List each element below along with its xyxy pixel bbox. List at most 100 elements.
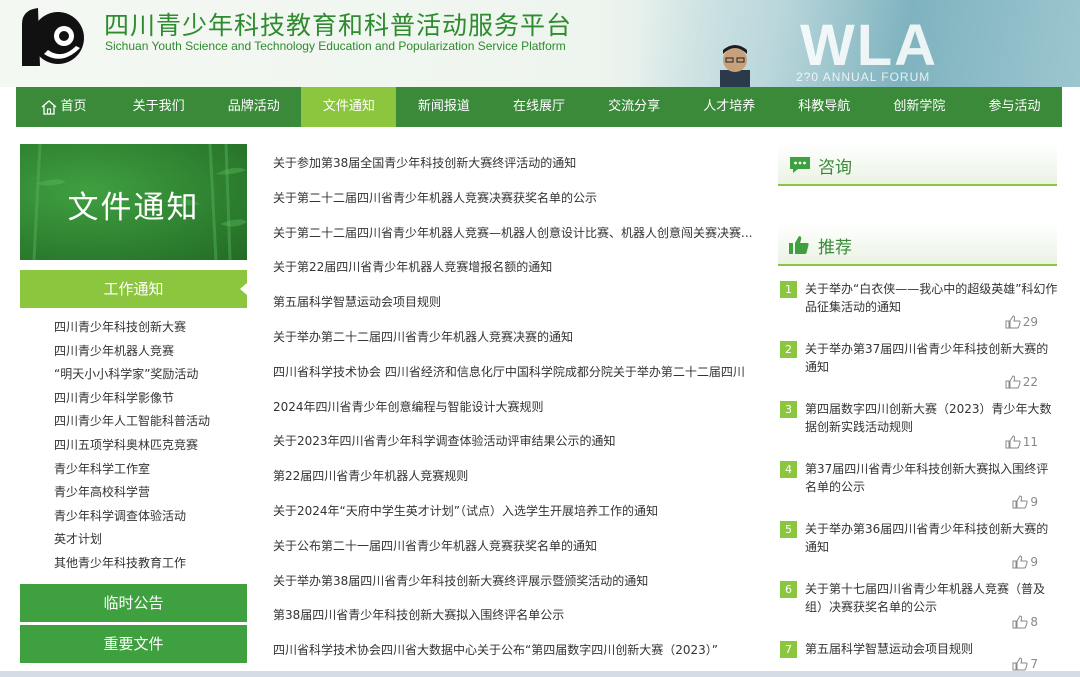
notice-link[interactable]: 第38届四川省青少年科技创新大赛拟入围终评名单公示 — [273, 598, 763, 633]
like-count-value: 9 — [1030, 555, 1038, 569]
nav-label: 文件通知 — [322, 99, 375, 114]
like-count[interactable]: 22 — [1005, 375, 1038, 389]
nav-label: 在线展厅 — [513, 99, 566, 114]
like-count-value: 29 — [1022, 315, 1038, 329]
rank-badge: 4 — [780, 461, 797, 478]
sidebar-link[interactable]: “明天小小科学家”奖励活动 — [20, 363, 247, 387]
recommend-title-link[interactable]: 关于举办第37届四川省青少年科技创新大赛的通知 — [805, 340, 1059, 376]
home-icon — [41, 99, 56, 115]
sidebar-link[interactable]: 青少年科学工作室 — [20, 458, 247, 482]
site-subtitle: Sichuan Youth Science and Technology Edu… — [105, 39, 566, 53]
sidebar-link[interactable]: 青少年科学调查体验活动 — [20, 505, 247, 529]
recommend-item[interactable]: 2 关于举办第37届四川省青少年科技创新大赛的通知 22 — [778, 338, 1060, 398]
site-title: 四川青少年科技教育和科普活动服务平台 — [104, 11, 573, 40]
nav-about[interactable]: 关于我们 — [111, 87, 206, 127]
rank-badge: 5 — [780, 521, 797, 538]
rank-badge: 2 — [780, 341, 797, 358]
like-count-value: 7 — [1030, 657, 1038, 671]
recommend-title-link[interactable]: 关于举办第36届四川省青少年科技创新大赛的通知 — [805, 520, 1059, 556]
sidebar-link[interactable]: 英才计划 — [20, 528, 247, 552]
sidebar-important-files[interactable]: 重要文件 — [20, 625, 247, 663]
rank-badge: 6 — [780, 581, 797, 598]
like-count[interactable]: 8 — [1012, 615, 1038, 629]
nav-home[interactable]: 首页 — [16, 87, 111, 127]
rank-badge: 1 — [780, 281, 797, 298]
rank-badge: 7 — [780, 641, 797, 658]
recommend-item[interactable]: 3 第四届数字四川创新大赛（2023）青少年大数据创新实践活动规则 11 — [778, 398, 1060, 458]
notice-link[interactable]: 关于公布第二十一届四川省青少年机器人竞赛获奖名单的通知 — [273, 529, 763, 564]
like-count-value: 8 — [1030, 615, 1038, 629]
like-count[interactable]: 9 — [1012, 495, 1038, 509]
sidebar-link[interactable]: 青少年高校科学营 — [20, 481, 247, 505]
nav-label: 人才培养 — [703, 99, 756, 114]
sidebar-link[interactable]: 四川五项学科奥林匹克竞赛 — [20, 434, 247, 458]
rank-badge: 3 — [780, 401, 797, 418]
like-count-value: 22 — [1022, 375, 1038, 389]
notice-link[interactable]: 2024年四川省青少年创意编程与智能设计大赛规则 — [273, 390, 763, 425]
notice-link[interactable]: 关于2024年“天府中学生英才计划”（试点）入选学生开展培养工作的通知 — [273, 494, 763, 529]
notice-link[interactable]: 四川省科学技术协会四川省大数据中心关于公布“第四届数字四川创新大赛（2023）” — [273, 633, 763, 668]
notice-link[interactable]: 四川省科学技术协会 四川省经济和信息化厅中国科学院成都分院关于举办第二十二届四川 — [273, 355, 763, 390]
nav-participate[interactable]: 参与活动 — [967, 87, 1062, 127]
nav-innovation-college[interactable]: 创新学院 — [872, 87, 967, 127]
recommend-panel-header: 推荐 — [778, 224, 1057, 266]
notice-link[interactable]: 关于第二十二届四川省青少年机器人竞赛—机器人创意设计比赛、机器人创意闯关赛决赛.… — [273, 216, 763, 251]
consult-panel-header: 咨询 — [778, 144, 1057, 186]
nav-label: 新闻报道 — [417, 99, 470, 114]
like-count[interactable]: 7 — [1012, 657, 1038, 671]
notice-link[interactable]: 关于参加第38届全国青少年科技创新大赛终评活动的通知 — [273, 146, 763, 181]
banner-person-photo — [720, 45, 750, 87]
sidebar-section-label: 工作通知 — [103, 280, 164, 298]
notice-link[interactable]: 第22届四川省青少年机器人竞赛规则 — [273, 459, 763, 494]
notice-link[interactable]: 关于2023年四川省青少年科学调查体验活动评审结果公示的通知 — [273, 424, 763, 459]
recommend-item[interactable]: 6 关于第十七届四川省青少年机器人竞赛（普及组）决赛获奖名单的公示 8 — [778, 578, 1060, 638]
notice-link[interactable]: 关于第二十二届四川省青少年机器人竞赛决赛获奖名单的公示 — [273, 181, 763, 216]
nav-label: 交流分享 — [608, 99, 661, 114]
nav-news[interactable]: 新闻报道 — [396, 87, 491, 127]
nav-label: 创新学院 — [893, 99, 946, 114]
recommend-item[interactable]: 4 第37届四川省青少年科技创新大赛拟入围终评名单的公示 9 — [778, 458, 1060, 518]
notice-link[interactable]: 关于举办第38届四川省青少年科技创新大赛终评展示暨颁奖活动的通知 — [273, 564, 763, 599]
nav-talent[interactable]: 人才培养 — [682, 87, 777, 127]
sidebar-banner: 文件通知 — [20, 144, 247, 260]
sidebar-link[interactable]: 四川青少年科技创新大赛 — [20, 316, 247, 340]
notice-link[interactable]: 关于第22届四川省青少年机器人竞赛增报名额的通知 — [273, 250, 763, 285]
like-count-value: 9 — [1030, 495, 1038, 509]
banner-forum-text: 2?0 ANNUAL FORUM — [796, 70, 931, 84]
site-logo[interactable] — [18, 4, 90, 66]
sidebar-temp-announcement[interactable]: 临时公告 — [20, 584, 247, 622]
nav-label: 关于我们 — [132, 99, 185, 114]
nav-brand-activities[interactable]: 品牌活动 — [206, 87, 301, 127]
recommend-title-link[interactable]: 关于第十七届四川省青少年机器人竞赛（普及组）决赛获奖名单的公示 — [805, 580, 1059, 616]
sidebar-link[interactable]: 四川青少年人工智能科普活动 — [20, 410, 247, 434]
sidebar-link[interactable]: 四川青少年科学影像节 — [20, 387, 247, 411]
thumbs-up-icon — [1012, 657, 1028, 671]
notice-link[interactable]: 关于举办第二十二届四川省青少年机器人竞赛决赛的通知 — [273, 320, 763, 355]
recommend-title: 推荐 — [818, 238, 852, 258]
page-bottom-edge — [0, 671, 1080, 677]
notice-link[interactable]: 第五届科学智慧运动会项目规则 — [273, 285, 763, 320]
nav-exchange[interactable]: 交流分享 — [587, 87, 682, 127]
nav-label: 首页 — [60, 99, 87, 114]
sidebar-link[interactable]: 其他青少年科技教育工作 — [20, 552, 247, 576]
like-count[interactable]: 29 — [1005, 315, 1038, 329]
recommend-item[interactable]: 1 关于举办“白衣侠——我心中的超级英雄”科幻作品征集活动的通知 29 — [778, 278, 1060, 338]
recommend-title-link[interactable]: 第四届数字四川创新大赛（2023）青少年大数据创新实践活动规则 — [805, 400, 1059, 436]
thumbs-up-icon — [1005, 375, 1021, 389]
nav-file-notices[interactable]: 文件通知 — [301, 87, 397, 127]
like-count[interactable]: 11 — [1005, 435, 1038, 449]
thumbs-up-icon — [789, 236, 809, 254]
recommend-title-link[interactable]: 第五届科学智慧运动会项目规则 — [805, 640, 1059, 658]
sidebar-link[interactable]: 四川青少年机器人竞赛 — [20, 340, 247, 364]
recommend-item[interactable]: 5 关于举办第36届四川省青少年科技创新大赛的通知 9 — [778, 518, 1060, 578]
banner-wla-text: WLA — [800, 13, 939, 78]
like-count-value: 11 — [1022, 435, 1038, 449]
site-header: 四川青少年科技教育和科普活动服务平台 Sichuan Youth Science… — [0, 0, 1080, 87]
recommend-title-link[interactable]: 第37届四川省青少年科技创新大赛拟入围终评名单的公示 — [805, 460, 1059, 496]
sidebar-section-work-notice[interactable]: 工作通知 — [20, 270, 247, 308]
nav-online-exhibition[interactable]: 在线展厅 — [491, 87, 586, 127]
sidebar-links: 四川青少年科技创新大赛 四川青少年机器人竞赛 “明天小小科学家”奖励活动 四川青… — [20, 316, 247, 576]
recommend-title-link[interactable]: 关于举办“白衣侠——我心中的超级英雄”科幻作品征集活动的通知 — [805, 280, 1059, 316]
nav-science-navigation[interactable]: 科教导航 — [777, 87, 872, 127]
like-count[interactable]: 9 — [1012, 555, 1038, 569]
